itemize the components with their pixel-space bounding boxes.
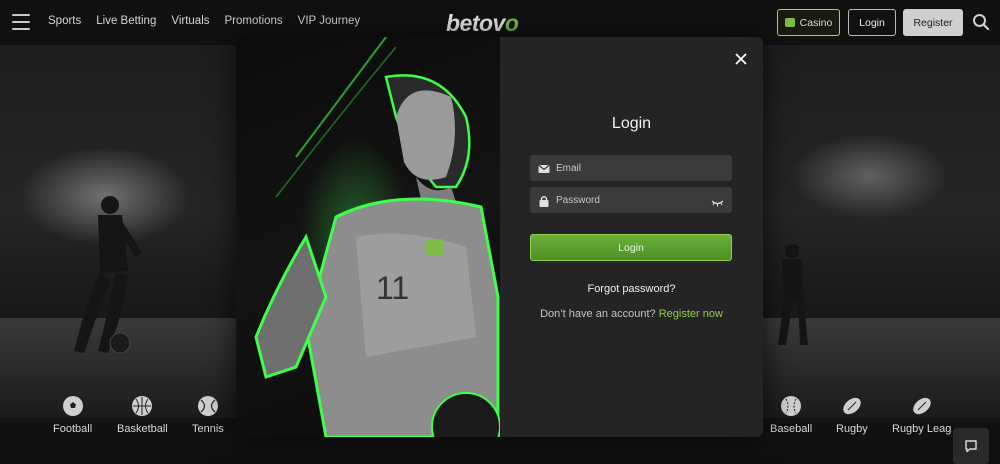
rugby-league-icon — [912, 396, 932, 416]
sport-item-baseball[interactable]: Baseball — [770, 396, 812, 435]
email-field[interactable] — [530, 155, 732, 181]
login-submit-button[interactable]: Login — [530, 234, 732, 261]
chat-icon — [965, 440, 977, 453]
sport-label: Tennis — [192, 423, 224, 435]
baseball-icon — [781, 396, 802, 416]
header-register-button[interactable]: Register — [903, 9, 963, 36]
rugby-icon — [842, 396, 862, 416]
header-login-button[interactable]: Login — [848, 9, 896, 36]
sport-label: Rugby Leag — [892, 423, 952, 435]
sport-label: Football — [53, 423, 93, 435]
menu-icon[interactable] — [12, 14, 30, 30]
password-field[interactable] — [530, 187, 732, 213]
register-now-link[interactable]: Register now — [659, 308, 723, 320]
nav-item-promotions[interactable]: Promotions — [225, 15, 283, 27]
sport-item-basketball[interactable]: Basketball — [117, 396, 168, 435]
nav-item-vip-journey[interactable]: VIP Journey — [298, 15, 360, 27]
casino-button-label: Casino — [799, 16, 833, 29]
search-icon[interactable] — [972, 13, 990, 31]
sport-label: Rugby — [836, 423, 868, 435]
close-icon[interactable] — [733, 51, 749, 67]
tennis-icon — [197, 396, 218, 416]
main-nav: Sports Live Betting Virtuals Promotions … — [48, 15, 360, 27]
register-prompt: Don’t have an account? Register now — [500, 308, 763, 320]
email-input[interactable] — [556, 162, 706, 174]
basketball-icon — [132, 396, 153, 416]
login-title: Login — [611, 115, 652, 132]
promo-artwork: 11 — [236, 37, 500, 437]
sport-label: Baseball — [770, 423, 813, 435]
login-form-panel: Login Login Forgot password? Don’t have … — [500, 37, 763, 437]
player-silhouette-right — [778, 244, 808, 345]
casino-icon — [784, 18, 795, 27]
password-input[interactable] — [556, 194, 706, 206]
lock-icon — [538, 194, 550, 207]
forgot-password-link[interactable]: Forgot password? — [500, 283, 763, 295]
login-modal: 11 Login Login Forg — [236, 37, 763, 437]
chat-support-button[interactable] — [953, 428, 989, 464]
envelope-icon — [538, 162, 550, 174]
nav-item-sports[interactable]: Sports — [48, 15, 81, 27]
sport-label: Basketball — [117, 423, 168, 435]
svg-text:11: 11 — [376, 270, 409, 306]
player-silhouette-left — [74, 196, 142, 354]
casino-button[interactable]: Casino — [777, 9, 840, 36]
sport-item-tennis[interactable]: Tennis — [192, 396, 224, 435]
hide-password-icon[interactable] — [711, 195, 724, 207]
nav-item-live-betting[interactable]: Live Betting — [96, 15, 156, 27]
sport-item-football[interactable]: Football — [53, 396, 92, 435]
footballer-illustration: 11 — [254, 37, 500, 437]
sport-item-rugby[interactable]: Rugby — [836, 396, 868, 435]
brand-logo[interactable]: betovo — [446, 10, 519, 37]
sport-item-rugby-league[interactable]: Rugby Leag — [892, 396, 951, 435]
football-icon — [62, 396, 83, 416]
nav-item-virtuals[interactable]: Virtuals — [171, 15, 209, 27]
register-prompt-text: Don’t have an account? — [540, 308, 656, 320]
